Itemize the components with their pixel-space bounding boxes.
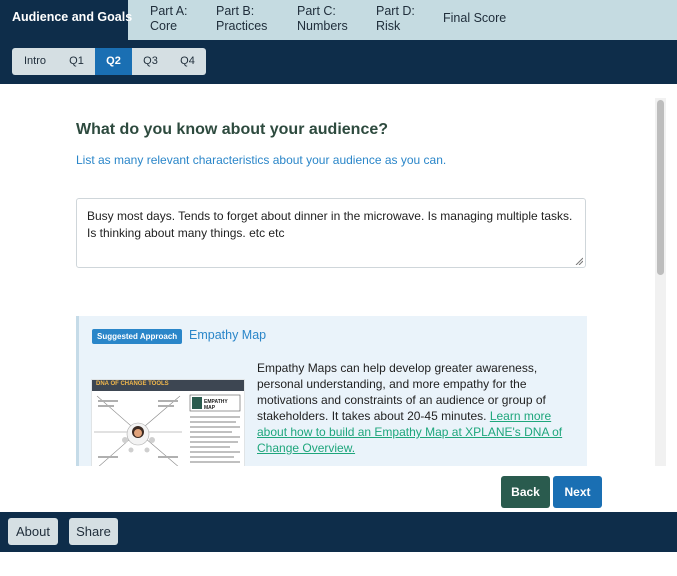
question-title: What do you know about your audience? xyxy=(76,121,389,138)
tab-label: Part C: xyxy=(297,4,336,18)
nav-q2[interactable]: Q2 xyxy=(95,48,132,75)
empathy-map-diagram xyxy=(92,391,241,466)
about-button[interactable]: About xyxy=(8,518,58,545)
tab-part-c[interactable]: Part C: Numbers xyxy=(297,4,357,44)
back-button[interactable]: Back xyxy=(501,476,550,508)
tab-label: Part D: xyxy=(376,4,415,18)
resize-handle-icon[interactable] xyxy=(575,257,583,265)
tab-audience-and-goals[interactable]: Audience and Goals xyxy=(0,0,133,40)
question-panel: What do you know about your audience? Li… xyxy=(0,84,677,466)
question-instructions: List as many relevant characteristics ab… xyxy=(76,153,447,167)
tab-label: Core xyxy=(150,19,178,33)
approach-title-link[interactable]: Empathy Map xyxy=(189,328,266,342)
nav-q1[interactable]: Q1 xyxy=(58,48,95,75)
footer-bar: About Share xyxy=(0,512,677,552)
question-nav: Intro Q1 Q2 Q3 Q4 xyxy=(12,48,206,75)
nav-intro[interactable]: Intro xyxy=(12,48,58,75)
section-tabs: Audience and Goals Part A: Core Part B: … xyxy=(0,0,677,40)
suggested-approach-card: Suggested Approach Empathy Map DNA OF CH… xyxy=(76,316,587,466)
nav-q4[interactable]: Q4 xyxy=(169,48,206,75)
tab-part-d[interactable]: Part D: Risk xyxy=(376,4,426,44)
tab-label: Numbers xyxy=(297,19,348,33)
tab-part-b[interactable]: Part B: Practices xyxy=(216,4,276,44)
tab-label: Final Score xyxy=(443,11,507,25)
approach-description: Empathy Maps can help develop greater aw… xyxy=(257,360,577,456)
thumbnail-label: EMPATHY MAP xyxy=(204,399,228,411)
tab-label: Risk xyxy=(376,19,401,33)
answer-textarea[interactable]: Busy most days. Tends to forget about di… xyxy=(76,198,586,268)
tab-label: Part B: xyxy=(216,4,255,18)
empathy-map-thumbnail: DNA OF CHANGE TOOLS EMPATHY MAP xyxy=(91,379,245,466)
nav-q3[interactable]: Q3 xyxy=(132,48,169,75)
tab-part-a[interactable]: Part A: Core xyxy=(150,4,200,44)
tab-label: Practices xyxy=(216,19,268,33)
next-button[interactable]: Next xyxy=(553,476,602,508)
tab-label: Audience and Goals xyxy=(12,10,133,24)
scrollbar-thumb[interactable] xyxy=(657,100,664,275)
answer-text: Busy most days. Tends to forget about di… xyxy=(87,209,573,240)
tab-label: Part A: xyxy=(150,4,188,18)
suggested-approach-badge: Suggested Approach xyxy=(92,329,183,344)
scrollbar[interactable] xyxy=(655,98,666,466)
share-button[interactable]: Share xyxy=(69,518,118,545)
question-nav-bar: Intro Q1 Q2 Q3 Q4 xyxy=(0,40,677,84)
